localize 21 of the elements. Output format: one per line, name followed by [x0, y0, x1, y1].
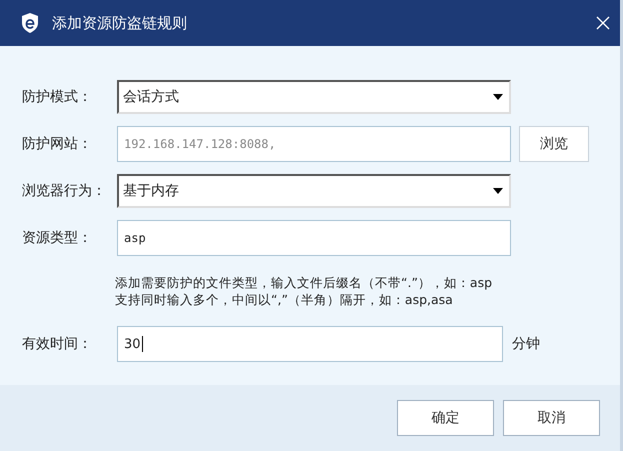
input-field[interactable]: asp	[117, 220, 511, 256]
close-icon[interactable]	[596, 16, 610, 30]
field-label: 防护模式：	[22, 88, 93, 106]
input-field[interactable]: 192.168.147.128:8088,	[117, 126, 511, 162]
caret-icon	[493, 94, 503, 100]
ok-button[interactable]: 确定	[397, 400, 494, 436]
cancel-button[interactable]: 取消	[503, 400, 600, 436]
hint-text: 支持同时输入多个，中间以“,”（半角）隔开，如：asp,asa	[115, 291, 454, 308]
field-label: 浏览器行为：	[22, 182, 107, 200]
dropdown[interactable]: 基于内存	[117, 174, 511, 208]
browse-button[interactable]: 浏览	[519, 126, 589, 162]
unit-label: 分钟	[512, 335, 540, 353]
caret-icon	[493, 188, 503, 194]
field-label: 有效时间：	[22, 335, 93, 353]
hint-text: 添加需要防护的文件类型，输入文件后缀名（不带“.”），如：asp	[115, 274, 494, 291]
window-title: 添加资源防盗链规则	[52, 14, 188, 32]
dropdown[interactable]: 会话方式	[117, 80, 511, 114]
field-label: 资源类型：	[22, 229, 93, 247]
input-field[interactable]: 30	[117, 326, 503, 362]
shield-logo-icon	[20, 12, 40, 34]
field-label: 防护网站：	[22, 135, 93, 153]
